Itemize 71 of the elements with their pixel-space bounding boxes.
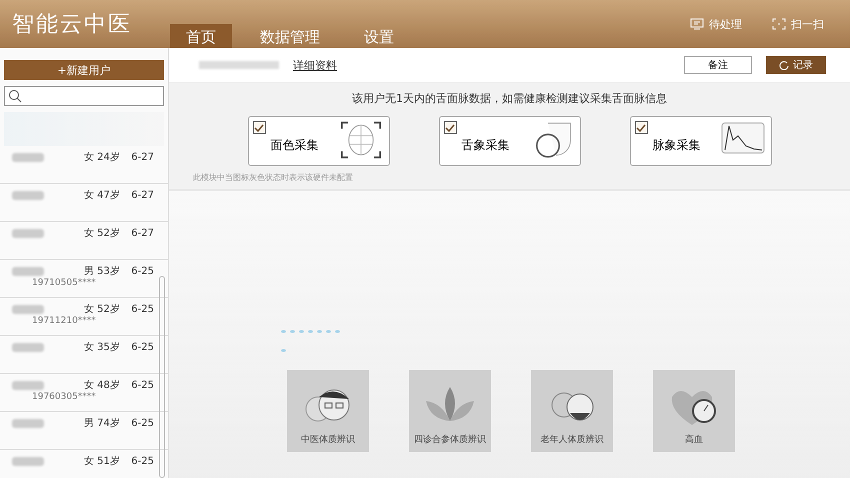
patient-date: 6-25 <box>130 266 154 276</box>
patient-info: 女 35岁 <box>84 340 121 354</box>
blurred-name <box>12 266 44 276</box>
patient-row[interactable]: 女 35岁 6-25 <box>0 336 168 374</box>
patient-date: 6-25 <box>130 342 154 352</box>
module-label: 老年人体质辨识 <box>540 434 604 446</box>
collect-label: 舌象采集 <box>462 136 510 154</box>
module-tile[interactable]: 中医体质辨识 <box>287 370 369 452</box>
module-tile[interactable]: 老年人体质辨识 <box>531 370 613 452</box>
patient-info: 男 74岁 <box>84 416 121 430</box>
new-user-button[interactable]: +新建用户 <box>4 60 164 80</box>
checkbox[interactable] <box>634 121 648 134</box>
patient-row[interactable]: 女 48岁 6-25 19760305**** <box>0 374 168 412</box>
monitor-icon <box>690 18 704 30</box>
patient-row[interactable]: 女 24岁 6-27 <box>0 146 168 184</box>
patient-date: 6-25 <box>130 380 154 390</box>
collect-label: 面色采集 <box>270 136 318 154</box>
notice-text: 该用户无1天内的舌面脉数据，如需健康检测建议采集舌面脉信息 <box>351 91 668 106</box>
patient-info: 女 52岁 <box>84 226 121 240</box>
patient-id: 19760305**** <box>32 392 96 402</box>
blurred-name <box>12 190 44 200</box>
patient-row[interactable]: 女 52岁 6-25 19711210**** <box>0 298 168 336</box>
blurred-name <box>12 304 44 314</box>
patient-date: 6-25 <box>130 304 154 314</box>
scan-icon <box>772 18 786 30</box>
blurred-name <box>12 456 44 466</box>
patient-id: 19710505**** <box>32 278 96 288</box>
blurred-name <box>12 342 44 352</box>
collect-card[interactable]: 脉象采集 <box>630 116 772 166</box>
patient-id: 19711210**** <box>32 316 96 326</box>
patient-date: 6-25 <box>130 418 154 428</box>
patient-info: 女 52岁 <box>84 302 121 316</box>
search-icon <box>8 89 22 103</box>
patient-date: 6-27 <box>130 228 154 238</box>
app-title: 智能云中医 <box>11 11 133 39</box>
module-label: 四诊合参体质辨识 <box>414 434 486 446</box>
blurred-name <box>12 228 44 238</box>
detail-link[interactable]: 详细资料 <box>293 58 337 72</box>
patient-date: 6-27 <box>130 190 154 200</box>
refresh-icon <box>779 60 789 70</box>
patient-row[interactable]: 男 53岁 6-25 19710505**** <box>0 260 168 298</box>
module-label: 高血 <box>685 434 703 446</box>
patient-row[interactable]: 女 47岁 6-27 <box>0 184 168 222</box>
module-label: 中医体质辨识 <box>301 434 355 446</box>
patient-info: 女 51岁 <box>84 454 121 468</box>
checkbox[interactable] <box>444 121 456 134</box>
patient-info: 女 24岁 <box>84 150 121 164</box>
nav-tab[interactable]: 首页 <box>170 24 232 48</box>
hint-text: 此模块中当图标灰色状态时表示该硬件未配置 <box>193 172 354 183</box>
collect-card[interactable]: 面色采集 <box>248 116 390 166</box>
patient-row[interactable]: 女 52岁 6-27 <box>0 222 168 260</box>
patient-date: 6-27 <box>130 152 154 162</box>
patient-date: 6-25 <box>130 456 154 466</box>
blurred-name <box>12 152 44 162</box>
scrollbar[interactable] <box>159 276 165 478</box>
patient-info: 女 47岁 <box>84 188 121 202</box>
checkbox[interactable] <box>252 121 266 134</box>
collect-card[interactable]: 舌象采集 <box>438 116 580 166</box>
face-scan-icon <box>338 120 382 160</box>
patient-info: 女 48岁 <box>84 378 121 392</box>
module-tile[interactable]: 四诊合参体质辨识 <box>409 370 491 452</box>
search-field[interactable] <box>4 86 164 106</box>
module-tile[interactable]: 高血 <box>653 370 735 452</box>
record-button[interactable]: 记录 <box>766 56 826 74</box>
patient-row[interactable]: 男 74岁 6-25 <box>0 412 168 450</box>
note-button[interactable]: 备注 <box>684 56 752 74</box>
patient-row[interactable]: 女 51岁 6-25 <box>0 450 168 478</box>
collect-label: 脉象采集 <box>652 136 700 154</box>
patient-info: 男 53岁 <box>84 264 121 278</box>
blurred-name <box>12 380 44 390</box>
blurred-name <box>12 418 44 428</box>
